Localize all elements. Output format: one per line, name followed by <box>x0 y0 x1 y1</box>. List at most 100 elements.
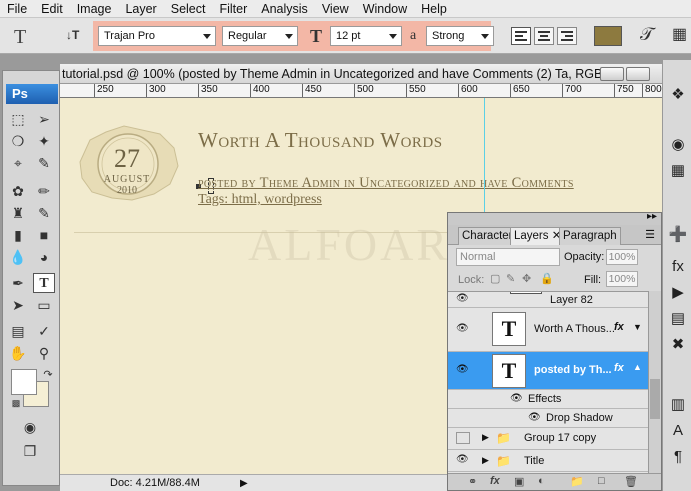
character-icon[interactable]: A <box>667 420 689 442</box>
actions-icon[interactable]: ▶ <box>667 282 689 304</box>
blend-mode-select[interactable]: Normal <box>456 248 560 266</box>
document-titlebar[interactable]: tutorial.psd @ 100% (posted by Theme Adm… <box>60 64 662 84</box>
lock-transparency-icon[interactable]: ▢ <box>490 271 500 287</box>
menu-edit[interactable]: Edit <box>34 0 70 18</box>
effects-row[interactable]: 👁 Effects <box>448 390 648 409</box>
post-tags-text[interactable]: Tags: html, wordpress <box>198 192 322 208</box>
move-tool-icon[interactable]: ➢ <box>33 109 55 129</box>
warp-text-icon[interactable]: 𝒯 <box>640 24 654 45</box>
post-meta-text[interactable]: posted by Theme Admin in Uncategorized a… <box>198 175 574 192</box>
menu-select[interactable]: Select <box>164 0 213 18</box>
adjustment-layer-icon[interactable]: ◐ <box>538 475 545 487</box>
menu-view[interactable]: View <box>315 0 356 18</box>
history-brush-tool-icon[interactable]: ✎ <box>33 203 55 223</box>
clone-stamp-tool-icon[interactable]: ♜ <box>7 203 29 223</box>
menu-help[interactable]: Help <box>414 0 454 18</box>
tab-layers[interactable]: Layers ✕ <box>510 227 566 245</box>
collapse-panel-icon[interactable]: ▸▸ <box>647 211 657 222</box>
panel-menu-icon[interactable]: ☰ <box>645 228 655 241</box>
hand-tool-icon[interactable]: ✋ <box>7 343 29 363</box>
shape-tool-icon[interactable]: ▭ <box>33 295 55 315</box>
type-tool-preset-icon[interactable]: T <box>14 26 26 49</box>
effect-row[interactable]: 👁 Drop Shadow <box>448 409 648 428</box>
notes-tool-icon[interactable]: ▤ <box>7 321 29 341</box>
menu-window[interactable]: Window <box>356 0 414 18</box>
menu-analysis[interactable]: Analysis <box>254 0 315 18</box>
channels-icon[interactable]: ▤ <box>667 308 689 330</box>
path-select-tool-icon[interactable]: ➤ <box>7 295 29 315</box>
layer-comps-icon[interactable]: ▥ <box>667 394 689 416</box>
eraser-tool-icon[interactable]: ▮ <box>7 225 29 245</box>
visibility-toggle-off[interactable] <box>456 432 470 444</box>
paragraph-icon[interactable]: ¶ <box>667 446 689 468</box>
color-icon[interactable]: ◉ <box>667 134 689 156</box>
screen-mode-icon[interactable]: ❐ <box>19 441 41 461</box>
antialias-select[interactable]: Strong <box>426 26 494 46</box>
visibility-eye-icon[interactable]: 👁 <box>456 454 469 465</box>
tools-preset-icon[interactable]: ✖ <box>667 334 689 356</box>
brush-tool-icon[interactable]: ✏ <box>33 181 55 201</box>
add-style-icon[interactable]: fx <box>490 475 500 487</box>
drop-shadow-eye-icon[interactable]: 👁 <box>528 412 541 423</box>
new-group-icon[interactable]: 📁 <box>570 475 584 488</box>
effects-eye-icon[interactable]: 👁 <box>510 393 523 404</box>
adjustments-icon[interactable]: ➕ <box>667 224 689 246</box>
layers-scrollbar[interactable] <box>648 291 661 473</box>
post-title[interactable]: Worth A Thousand Words <box>198 128 443 153</box>
lock-all-icon[interactable]: 🔒 <box>540 271 554 287</box>
blur-tool-icon[interactable]: 💧 <box>7 247 29 267</box>
layer-fx-icon[interactable]: fx <box>614 321 624 333</box>
lasso-tool-icon[interactable]: ❍ <box>7 131 29 151</box>
quick-mask-icon[interactable]: ◉ <box>19 417 41 437</box>
swap-colors-icon[interactable]: ↷ <box>37 365 59 385</box>
align-left-button[interactable] <box>511 27 531 45</box>
font-style-select[interactable]: Regular <box>222 26 298 46</box>
slice-tool-icon[interactable]: ✎ <box>33 153 55 173</box>
styles-fx-icon[interactable]: fx <box>667 256 689 278</box>
expand-group-icon[interactable]: ▶ <box>482 432 489 443</box>
opacity-input[interactable]: 100% <box>606 249 638 265</box>
delete-layer-icon[interactable]: 🗑 <box>624 475 638 488</box>
align-right-button[interactable] <box>557 27 577 45</box>
layer-row[interactable]: 👁 Layer 82 <box>448 292 648 308</box>
dodge-tool-icon[interactable]: ◕ <box>33 247 55 267</box>
visibility-eye-icon[interactable]: 👁 <box>456 293 469 304</box>
text-orientation-icon[interactable]: ↓T <box>66 28 79 42</box>
menu-filter[interactable]: Filter <box>212 0 254 18</box>
lock-pixels-icon[interactable]: ✎ <box>506 271 515 287</box>
menu-file[interactable]: File <box>0 0 34 18</box>
minimize-button[interactable] <box>600 67 624 81</box>
scrollbar-thumb[interactable] <box>650 379 660 419</box>
menu-image[interactable]: Image <box>70 0 119 18</box>
align-center-button[interactable] <box>534 27 554 45</box>
doc-size-status[interactable]: Doc: 4.21M/88.4M <box>110 475 200 491</box>
menu-layer[interactable]: Layer <box>118 0 163 18</box>
visibility-eye-icon[interactable]: 👁 <box>456 323 469 334</box>
navigator-icon[interactable]: ❖ <box>667 84 689 106</box>
gradient-tool-icon[interactable]: ■ <box>33 225 55 245</box>
group-row[interactable]: 👁 ▶ 📁 Title <box>448 450 648 472</box>
crop-tool-icon[interactable]: ⌖ <box>7 153 29 173</box>
collapse-effects-icon[interactable]: ▲ <box>633 362 642 372</box>
marquee-tool-icon[interactable]: ⬚ <box>7 109 29 129</box>
group-row[interactable]: ▶ 📁 Group 17 copy <box>448 428 648 450</box>
eyedropper-tool-icon[interactable]: ✓ <box>33 321 55 341</box>
fill-input[interactable]: 100% <box>606 271 638 287</box>
font-family-select[interactable]: Trajan Pro <box>98 26 216 46</box>
expand-group-icon[interactable]: ▶ <box>482 455 489 466</box>
magic-wand-tool-icon[interactable]: ✦ <box>33 131 55 151</box>
text-color-swatch[interactable] <box>594 26 622 46</box>
foreground-color-swatch[interactable] <box>11 369 37 395</box>
visibility-eye-icon[interactable]: 👁 <box>456 364 469 375</box>
healing-tool-icon[interactable]: ✿ <box>7 181 29 201</box>
layer-fx-icon[interactable]: fx <box>614 362 624 374</box>
panel-header[interactable]: ▸▸ <box>448 211 661 225</box>
layer-row[interactable]: 👁 T Worth A Thous... fx ▼ <box>448 308 648 352</box>
type-tool-icon[interactable]: T <box>33 273 55 293</box>
toggle-panels-icon[interactable]: ▦ <box>672 24 687 44</box>
pen-tool-icon[interactable]: ✒ <box>7 273 29 293</box>
layer-row-selected[interactable]: 👁 T posted by Th... fx ▲ <box>448 352 648 390</box>
new-layer-icon[interactable]: □ <box>598 475 605 487</box>
default-colors-icon[interactable]: ▩ <box>5 393 27 413</box>
zoom-tool-icon[interactable]: ⚲ <box>33 343 55 363</box>
